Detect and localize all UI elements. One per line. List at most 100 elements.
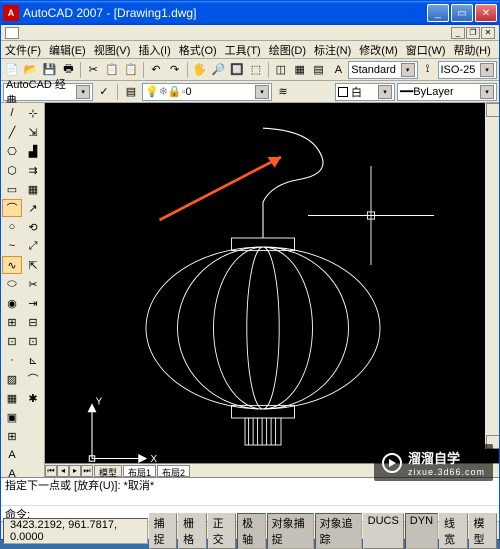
mtext-tool[interactable]: A xyxy=(2,446,22,464)
explode-tool[interactable]: ✱ xyxy=(23,389,43,407)
titlebar[interactable]: A AutoCAD 2007 - [Drawing1.dwg] _ ▭ ✕ xyxy=(1,1,499,25)
tab-prev-icon[interactable]: ◂ xyxy=(57,465,69,477)
chamfer-tool[interactable]: ⊾ xyxy=(23,351,43,369)
color-combo[interactable]: 白▾ xyxy=(335,83,395,101)
workspace-save-icon[interactable]: ✓ xyxy=(95,83,113,101)
textstyle-combo[interactable]: Standard▾ xyxy=(348,61,417,79)
erase-tool[interactable]: ⊹ xyxy=(23,104,43,122)
trim-tool[interactable]: ✂ xyxy=(23,275,43,293)
layer-combo[interactable]: 💡❄🔒▫ 0▾ xyxy=(142,83,272,101)
linetype-combo[interactable]: ━━ ByLayer▾ xyxy=(397,83,497,101)
close-button[interactable]: ✕ xyxy=(475,4,497,22)
polygon-tool[interactable]: ⬡ xyxy=(2,161,22,179)
mirror-tool[interactable]: ▟ xyxy=(23,142,43,160)
dimstyle-icon[interactable]: ⟟ xyxy=(419,61,437,79)
zoom-window-icon[interactable]: 🔲 xyxy=(228,61,246,79)
stretch-tool[interactable]: ⇱ xyxy=(23,256,43,274)
array-tool[interactable]: ▦ xyxy=(23,180,43,198)
scale-tool[interactable]: ⤢ xyxy=(23,237,43,255)
layer-props-icon[interactable]: ▤ xyxy=(122,83,140,101)
polyline-tool[interactable]: ⎔ xyxy=(2,142,22,160)
redo-icon[interactable]: ↷ xyxy=(166,61,184,79)
workspace-combo[interactable]: AutoCAD 经典▾ xyxy=(3,83,93,101)
watermark-url: zixue.3d66.com xyxy=(408,467,485,477)
rectangle-tool[interactable]: ▭ xyxy=(2,180,22,198)
region-tool[interactable]: ▣ xyxy=(2,408,22,426)
status-栅格[interactable]: 栅格 xyxy=(178,513,207,549)
tab-layout2[interactable]: 布局2 xyxy=(157,465,190,477)
maximize-button[interactable]: ▭ xyxy=(451,4,473,22)
doc-icon xyxy=(5,27,19,39)
menu-window[interactable]: 窗口(W) xyxy=(406,42,446,58)
palette-icon[interactable]: ▤ xyxy=(310,61,328,79)
textstyle-icon[interactable]: A xyxy=(329,61,347,79)
pan-icon[interactable]: 🖐 xyxy=(191,61,209,79)
menu-modify[interactable]: 修改(M) xyxy=(359,42,398,58)
fillet-tool[interactable]: ⌒ xyxy=(23,370,43,388)
tab-first-icon[interactable]: ⏮ xyxy=(45,465,57,477)
line-tool[interactable]: / xyxy=(2,104,22,122)
status-对象捕捉[interactable]: 对象捕捉 xyxy=(267,513,314,549)
doc-close-button[interactable]: ✕ xyxy=(481,27,495,39)
xline-tool[interactable]: ╱ xyxy=(2,123,22,141)
vertical-scrollbar[interactable] xyxy=(485,103,499,449)
spline-tool[interactable]: ∿ xyxy=(2,256,22,274)
menu-insert[interactable]: 插入(I) xyxy=(138,42,170,58)
minimize-button[interactable]: _ xyxy=(427,4,449,22)
make-block[interactable]: ⊡ xyxy=(2,332,22,350)
ellipse-tool[interactable]: ⬭ xyxy=(2,275,22,293)
tab-next-icon[interactable]: ▸ xyxy=(69,465,81,477)
menu-format[interactable]: 格式(O) xyxy=(179,42,217,58)
dimstyle-combo[interactable]: ISO-25▾ xyxy=(438,61,497,79)
rotate-tool[interactable]: ⟲ xyxy=(23,218,43,236)
status-捕捉[interactable]: 捕捉 xyxy=(149,513,178,549)
drawing-canvas[interactable]: X Y xyxy=(45,103,499,463)
status-极轴[interactable]: 极轴 xyxy=(237,513,266,549)
status-线宽[interactable]: 线宽 xyxy=(439,513,468,549)
tab-layout1[interactable]: 布局1 xyxy=(123,465,156,477)
cut-icon[interactable]: ✂ xyxy=(84,61,102,79)
status-模型[interactable]: 模型 xyxy=(469,513,498,549)
menu-view[interactable]: 视图(V) xyxy=(94,42,131,58)
zoom-icon[interactable]: 🔎 xyxy=(209,61,227,79)
layer-prev-icon[interactable]: ≋ xyxy=(274,83,292,101)
circle-tool[interactable]: ○ xyxy=(2,218,22,236)
chevron-down-icon: ▾ xyxy=(378,85,392,99)
status-DUCS[interactable]: DUCS xyxy=(363,513,404,549)
menu-draw[interactable]: 绘图(D) xyxy=(269,42,306,58)
menu-edit[interactable]: 编辑(E) xyxy=(49,42,86,58)
menu-file[interactable]: 文件(F) xyxy=(5,42,41,58)
zoom-prev-icon[interactable]: ⬚ xyxy=(247,61,265,79)
gradient-tool[interactable]: ▦ xyxy=(2,389,22,407)
break-tool[interactable]: ⊡ xyxy=(23,332,43,350)
designcenter-icon[interactable]: ▦ xyxy=(291,61,309,79)
revcloud-tool[interactable]: ~ xyxy=(2,237,22,255)
table-tool[interactable]: ⊞ xyxy=(2,427,22,445)
offset-tool[interactable]: ⇉ xyxy=(23,161,43,179)
doc-minimize-button[interactable]: _ xyxy=(451,27,465,39)
tab-model[interactable]: 模型 xyxy=(94,465,122,477)
copy-icon[interactable]: 📋 xyxy=(103,61,121,79)
status-对象追踪[interactable]: 对象追踪 xyxy=(315,513,362,549)
menu-dimension[interactable]: 标注(N) xyxy=(314,42,351,58)
break-at-point[interactable]: ⊟ xyxy=(23,313,43,331)
point-tool[interactable]: · xyxy=(2,351,22,369)
status-DYN[interactable]: DYN xyxy=(405,513,438,549)
menu-tools[interactable]: 工具(T) xyxy=(225,42,261,58)
insert-block[interactable]: ⊞ xyxy=(2,313,22,331)
chevron-down-icon: ▾ xyxy=(255,85,269,99)
tab-last-icon[interactable]: ⏭ xyxy=(81,465,93,477)
status-正交[interactable]: 正交 xyxy=(208,513,237,549)
doc-restore-button[interactable]: ❐ xyxy=(466,27,480,39)
arc-tool[interactable]: ⌒ xyxy=(2,199,22,217)
undo-icon[interactable]: ↶ xyxy=(147,61,165,79)
properties-icon[interactable]: ◫ xyxy=(272,61,290,79)
copy-tool[interactable]: ⇲ xyxy=(23,123,43,141)
drawing-area-wrap: X Y ⏮ ◂ ▸ ⏭ 模型 布局1 布局2 xyxy=(45,103,499,477)
hatch-tool[interactable]: ▨ xyxy=(2,370,22,388)
menu-help[interactable]: 帮助(H) xyxy=(454,42,491,58)
paste-icon[interactable]: 📋 xyxy=(122,61,140,79)
extend-tool[interactable]: ⇥ xyxy=(23,294,43,312)
ellipse-arc-tool[interactable]: ◉ xyxy=(2,294,22,312)
move-tool[interactable]: ↗ xyxy=(23,199,43,217)
